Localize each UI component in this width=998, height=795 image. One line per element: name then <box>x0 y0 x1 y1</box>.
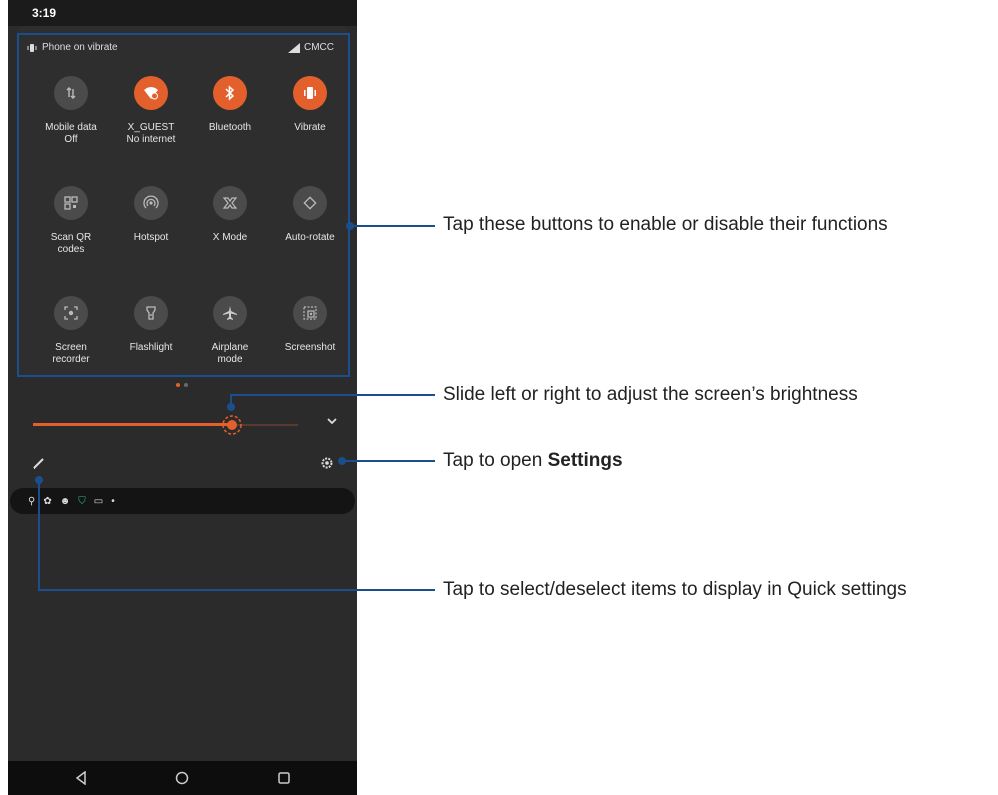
edit-callout-vline <box>38 480 40 591</box>
pin-icon: ⚲ <box>28 495 36 507</box>
edit-callout-line <box>38 589 435 591</box>
annotation-settings-bold: Settings <box>547 450 623 471</box>
notification-bar[interactable]: ⚲ ✿ ☻ ⛉ ▭ • <box>10 488 355 514</box>
clock: 3:19 <box>32 6 57 20</box>
page-dot <box>184 383 188 387</box>
navigation-bar <box>8 761 357 795</box>
annotation-edit: Tap to select/deselect items to display … <box>443 579 907 600</box>
annotation-brightness: Slide left or right to adjust the screen… <box>443 384 858 405</box>
edit-pencil-icon[interactable] <box>32 456 46 470</box>
recents-icon[interactable] <box>277 771 291 785</box>
buttons-callout-frame <box>17 33 350 377</box>
brightness-callout-line <box>230 394 435 396</box>
shield-icon: ⛉ <box>78 495 86 507</box>
buttons-callout-line <box>350 225 435 227</box>
image-icon: ▭ <box>93 495 104 507</box>
settings-gear-icon[interactable] <box>320 456 334 470</box>
page-dot-active <box>176 383 180 387</box>
brightness-callout-vline <box>230 395 232 407</box>
back-icon[interactable] <box>75 771 87 785</box>
brightness-slider-handle[interactable] <box>222 415 242 435</box>
brightness-fill <box>33 423 232 426</box>
annotation-settings: Tap to open Settings <box>443 450 623 472</box>
status-bar: 3:19 <box>8 0 357 26</box>
person-icon: ☻ <box>59 495 71 507</box>
expand-chevron-icon[interactable] <box>326 416 338 426</box>
more-dot-icon: • <box>111 495 115 507</box>
page-indicator <box>176 383 188 387</box>
annotation-settings-prefix: Tap to open <box>443 450 548 471</box>
gear-small-icon: ✿ <box>43 495 52 507</box>
annotation-buttons: Tap these buttons to enable or disable t… <box>443 214 888 235</box>
home-icon[interactable] <box>175 771 189 785</box>
settings-callout-line <box>342 460 435 462</box>
